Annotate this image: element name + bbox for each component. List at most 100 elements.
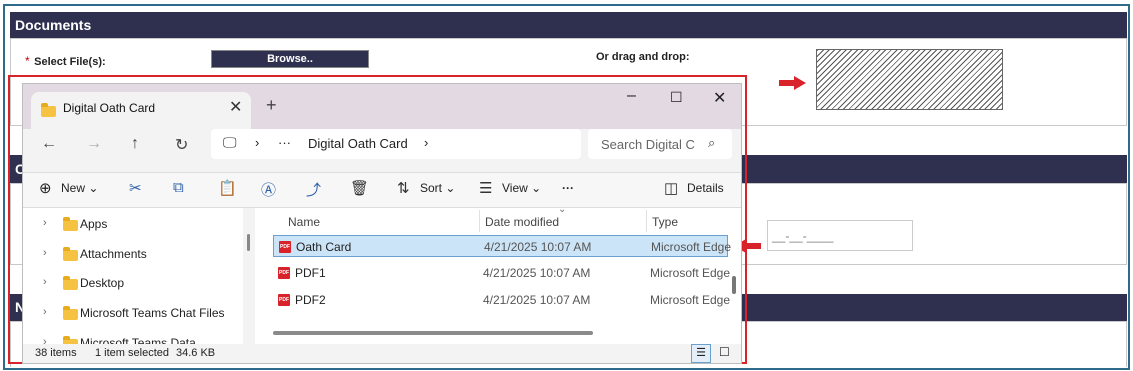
pdf-file-icon: PDF <box>278 294 290 306</box>
nav-item-label: Microsoft Teams Data <box>80 336 196 344</box>
details-view-icon[interactable]: ☰ <box>691 344 711 363</box>
breadcrumb-folder[interactable]: Digital Oath Card <box>308 136 408 151</box>
horizontal-scrollbar[interactable] <box>273 331 593 335</box>
breadcrumb-separator-icon: › <box>255 135 260 150</box>
nav-item-label: Desktop <box>80 276 125 290</box>
column-date-modified[interactable]: Date modified <box>485 215 559 229</box>
file-explorer-window: Digital Oath Card ✕ + – ☐ ✕ ← → ↑ ↻ 🖵 › … <box>22 83 742 364</box>
nav-item-apps[interactable]: › Apps <box>23 211 243 239</box>
new-tab-icon[interactable]: + <box>266 95 277 116</box>
item-count: 38 items <box>35 347 77 359</box>
minimize-icon[interactable]: – <box>627 87 636 105</box>
documents-title: Documents <box>15 17 92 33</box>
cut-icon[interactable]: ✂ <box>129 179 142 197</box>
title-bar: Digital Oath Card ✕ + – ☐ ✕ <box>23 84 741 129</box>
copy-icon[interactable]: ⧉ <box>173 179 184 196</box>
column-divider[interactable] <box>646 210 647 232</box>
chevron-right-icon[interactable]: › <box>43 336 47 344</box>
details-button[interactable]: Details <box>687 181 724 195</box>
file-name: PDF2 <box>295 293 326 307</box>
arrow-right-icon <box>779 76 806 90</box>
computer-icon: 🖵 <box>223 134 237 150</box>
nav-item-teams-data[interactable]: › Microsoft Teams Data <box>23 330 243 344</box>
pdf-file-icon: PDF <box>278 267 290 279</box>
more-options-button[interactable]: ··· <box>562 181 574 195</box>
share-icon[interactable]: ⤴ <box>306 179 321 200</box>
drag-drop-label: Or drag and drop: <box>596 51 690 63</box>
nav-scrollbar[interactable] <box>247 234 250 251</box>
chevron-right-icon[interactable]: › <box>43 217 47 229</box>
chevron-right-icon[interactable]: › <box>43 276 47 288</box>
select-files-text: Select File(s): <box>34 56 106 68</box>
chevron-right-icon[interactable]: › <box>43 306 47 318</box>
explorer-tab[interactable]: Digital Oath Card ✕ <box>31 92 251 129</box>
documents-header: Documents <box>10 12 1127 38</box>
pdf-file-icon: PDF <box>279 241 291 253</box>
sort-icon: ⇅ <box>397 180 410 197</box>
nav-item-label: Apps <box>80 217 108 231</box>
column-name[interactable]: Name <box>288 215 320 229</box>
chevron-right-icon[interactable]: › <box>43 247 47 259</box>
status-bar: 38 items 1 item selected 34.6 KB ☰ ☐ <box>23 344 741 363</box>
close-window-icon[interactable]: ✕ <box>713 88 726 108</box>
folder-icon <box>63 306 78 320</box>
address-bar[interactable]: 🖵 › ··· Digital Oath Card › <box>211 129 581 159</box>
selection-size: 34.6 KB <box>176 347 216 359</box>
details-pane-icon: ◫ <box>664 180 679 197</box>
file-date: 4/21/2025 10:07 AM <box>484 240 592 254</box>
nav-item-label: Attachments <box>80 247 147 261</box>
column-divider[interactable] <box>479 210 480 232</box>
file-row-pdf2[interactable]: PDF PDF2 4/21/2025 10:07 AM Microsoft Ed… <box>273 289 731 311</box>
file-type: Microsoft Edge <box>650 293 731 307</box>
folder-icon <box>63 217 78 231</box>
folder-icon <box>41 103 56 117</box>
command-bar: ⊕ New ⌄ ✂ ⧉ 📋 Ⓐ ⤴ 🗑 ⇅ Sort ⌄ ☰ View ⌄ ··… <box>23 172 741 208</box>
search-input[interactable]: Search Digital C <box>601 137 695 152</box>
file-list-pane: Name Date modified ⌄ Type PDF Oath Card … <box>255 208 741 344</box>
sort-indicator-icon: ⌄ <box>558 208 567 215</box>
file-name: Oath Card <box>296 240 352 254</box>
nav-item-teams-chat-files[interactable]: › Microsoft Teams Chat Files <box>23 300 243 328</box>
paste-icon[interactable]: 📋 <box>218 179 237 197</box>
drop-zone[interactable] <box>816 49 1003 110</box>
breadcrumb-more[interactable]: ··· <box>278 135 291 150</box>
forward-icon[interactable]: → <box>86 135 102 153</box>
file-type: Microsoft Edge <box>651 240 732 254</box>
file-date: 4/21/2025 10:07 AM <box>483 293 591 307</box>
search-icon: ⌕ <box>708 135 716 150</box>
close-tab-icon[interactable]: ✕ <box>229 97 242 117</box>
new-button[interactable]: New ⌄ <box>61 181 98 195</box>
required-mark: * <box>25 54 30 68</box>
view-icon: ☰ <box>479 180 493 197</box>
address-row: ← → ↑ ↻ 🖵 › ··· Digital Oath Card › Sear… <box>23 129 741 167</box>
browse-button[interactable]: Browse.. <box>211 50 369 68</box>
date-field[interactable]: __-__-____ <box>767 220 913 251</box>
selection-count: 1 item selected <box>95 347 169 359</box>
breadcrumb-chevron-icon[interactable]: › <box>424 135 428 150</box>
file-type: Microsoft Edge <box>650 266 731 280</box>
file-name: PDF1 <box>295 266 326 280</box>
navigation-pane: › Apps › Attachments › Desktop › Microso… <box>23 208 243 344</box>
back-icon[interactable]: ← <box>41 135 57 153</box>
nav-item-attachments[interactable]: › Attachments <box>23 241 243 269</box>
new-icon[interactable]: ⊕ <box>39 179 52 197</box>
view-button[interactable]: View ⌄ <box>502 181 541 195</box>
maximize-icon[interactable]: ☐ <box>670 89 683 106</box>
nav-item-label: Microsoft Teams Chat Files <box>80 306 225 320</box>
file-row-oath-card[interactable]: PDF Oath Card 4/21/2025 10:07 AM Microso… <box>273 235 732 257</box>
vertical-scrollbar[interactable] <box>732 276 736 294</box>
file-date: 4/21/2025 10:07 AM <box>483 266 591 280</box>
column-type[interactable]: Type <box>652 215 678 229</box>
tab-title: Digital Oath Card <box>63 101 156 115</box>
search-box[interactable]: Search Digital C ⌕ <box>588 129 732 159</box>
delete-icon[interactable]: 🗑 <box>350 179 369 197</box>
file-row-pdf1[interactable]: PDF PDF1 4/21/2025 10:07 AM Microsoft Ed… <box>273 262 731 284</box>
nav-item-desktop[interactable]: › Desktop <box>23 270 243 298</box>
sort-button[interactable]: Sort ⌄ <box>420 181 455 195</box>
refresh-icon[interactable]: ↻ <box>175 135 188 155</box>
folder-icon <box>63 247 78 261</box>
rename-icon[interactable]: Ⓐ <box>261 179 276 200</box>
up-icon[interactable]: ↑ <box>131 135 139 153</box>
select-files-label: * Select File(s): <box>25 52 106 70</box>
tiles-view-icon[interactable]: ☐ <box>719 345 730 359</box>
